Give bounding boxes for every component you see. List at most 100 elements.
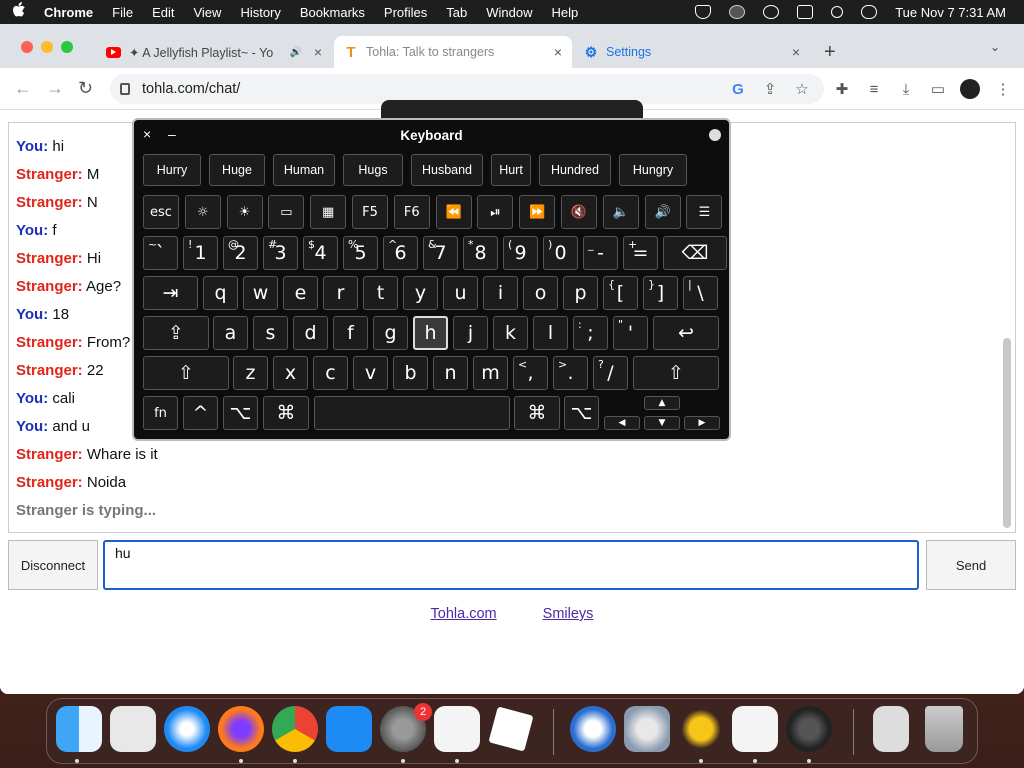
bookmark-star-icon[interactable]: ☆ bbox=[793, 80, 811, 98]
arrow-left-key[interactable]: ◀ bbox=[604, 416, 640, 430]
side-panel-icon[interactable]: ▭ bbox=[929, 80, 947, 98]
menu-tab[interactable]: Tab bbox=[446, 5, 467, 20]
finder-icon[interactable] bbox=[56, 706, 102, 752]
key-0[interactable]: ) 0 bbox=[543, 236, 578, 270]
forward-button[interactable]: → bbox=[46, 78, 64, 99]
menu-view[interactable]: View bbox=[193, 5, 221, 20]
fn-key-4[interactable]: ▦ bbox=[310, 195, 347, 229]
key-\[interactable]: | \ bbox=[683, 276, 718, 310]
fn-key-5[interactable]: F5 bbox=[352, 195, 388, 229]
left-option-key[interactable]: ⌥ bbox=[223, 396, 258, 430]
key-m[interactable]: m bbox=[473, 356, 508, 390]
download-icon[interactable]: ⤓ bbox=[897, 80, 915, 98]
fn-key-13[interactable]: ☰ bbox=[686, 195, 723, 229]
key-3[interactable]: #3 bbox=[263, 236, 298, 270]
key-o[interactable]: o bbox=[523, 276, 558, 310]
window-zoom-button[interactable] bbox=[61, 41, 73, 53]
speaker-icon[interactable]: 🔊 bbox=[290, 47, 302, 58]
key-n[interactable]: n bbox=[433, 356, 468, 390]
message-input[interactable] bbox=[103, 540, 919, 590]
reload-button[interactable]: ↻ bbox=[78, 78, 93, 99]
close-tab-icon[interactable]: × bbox=[314, 44, 322, 60]
key-w[interactable]: w bbox=[243, 276, 278, 310]
share-icon[interactable]: ⇪ bbox=[761, 80, 779, 98]
tohla-home-link[interactable]: Tohla.com bbox=[431, 606, 497, 622]
return-key[interactable]: ↩ bbox=[653, 316, 719, 350]
google-icon[interactable]: G bbox=[729, 80, 747, 98]
disconnect-button[interactable]: Disconnect bbox=[8, 540, 98, 590]
key-c[interactable]: c bbox=[313, 356, 348, 390]
key-4[interactable]: $4 bbox=[303, 236, 338, 270]
key-period[interactable]: >. bbox=[553, 356, 588, 390]
space-bar[interactable] bbox=[314, 396, 510, 430]
suggestion-hurt[interactable]: Hurt bbox=[491, 154, 531, 186]
close-tab-icon[interactable]: × bbox=[792, 44, 800, 60]
suggestion-husband[interactable]: Husband bbox=[411, 154, 483, 186]
menu-help[interactable]: Help bbox=[552, 5, 579, 20]
menu-bookmarks[interactable]: Bookmarks bbox=[300, 5, 365, 20]
suggestion-hugs[interactable]: Hugs bbox=[343, 154, 403, 186]
suggestion-human[interactable]: Human bbox=[273, 154, 335, 186]
key-x[interactable]: x bbox=[273, 356, 308, 390]
send-button[interactable]: Send bbox=[926, 540, 1016, 590]
new-tab-button[interactable]: + bbox=[824, 41, 836, 64]
key-r[interactable]: r bbox=[323, 276, 358, 310]
apple-menu-icon[interactable] bbox=[12, 2, 26, 22]
key-semicolon[interactable]: :; bbox=[573, 316, 608, 350]
bee-app-icon[interactable] bbox=[678, 706, 724, 752]
bee-status-icon[interactable] bbox=[729, 5, 746, 19]
fn-key[interactable]: fn bbox=[143, 396, 178, 430]
key-z[interactable]: z bbox=[233, 356, 268, 390]
fn-key-2[interactable]: ☀ bbox=[226, 195, 263, 229]
arrow-up-key[interactable]: ▲ bbox=[644, 396, 680, 410]
obs-icon[interactable] bbox=[786, 706, 832, 752]
key--[interactable]: _ - bbox=[583, 236, 618, 270]
lock-icon[interactable] bbox=[120, 83, 130, 95]
trash-icon[interactable] bbox=[925, 706, 963, 752]
suggestion-huge[interactable]: Huge bbox=[209, 154, 265, 186]
key-[[interactable]: {[ bbox=[603, 276, 638, 310]
search-status-icon[interactable] bbox=[831, 6, 844, 18]
menu-history[interactable]: History bbox=[240, 5, 280, 20]
menu-window[interactable]: Window bbox=[486, 5, 532, 20]
right-command-key[interactable]: ⌘ bbox=[514, 396, 560, 430]
back-button[interactable]: ← bbox=[14, 78, 32, 99]
settings-gear-icon[interactable] bbox=[624, 706, 670, 752]
key-q[interactable]: q bbox=[203, 276, 238, 310]
close-tab-icon[interactable]: × bbox=[554, 44, 562, 60]
fn-key-3[interactable]: ▭ bbox=[268, 195, 305, 229]
key-g[interactable]: g bbox=[373, 316, 408, 350]
smileys-link[interactable]: Smileys bbox=[543, 606, 594, 622]
key-i[interactable]: i bbox=[483, 276, 518, 310]
key-b[interactable]: b bbox=[393, 356, 428, 390]
key-5[interactable]: % 5 bbox=[343, 236, 378, 270]
key-h[interactable]: h bbox=[413, 316, 448, 350]
fn-key-1[interactable]: ☼ bbox=[184, 195, 221, 229]
key-`[interactable]: ~ ` bbox=[143, 236, 178, 270]
fn-key-0[interactable]: esc bbox=[143, 195, 179, 229]
key-t[interactable]: t bbox=[363, 276, 398, 310]
screens-status-icon[interactable] bbox=[797, 5, 814, 19]
media-controls-icon[interactable]: ≡ bbox=[865, 80, 883, 98]
control-key[interactable]: ^ bbox=[183, 396, 218, 430]
chat-scrollbar[interactable] bbox=[1003, 338, 1011, 528]
key-e[interactable]: e bbox=[283, 276, 318, 310]
adguard-icon[interactable] bbox=[732, 706, 778, 752]
key-6[interactable]: ^ 6 bbox=[383, 236, 418, 270]
fn-key-9[interactable]: ⏩ bbox=[519, 195, 556, 229]
key-v[interactable]: v bbox=[353, 356, 388, 390]
profile-avatar[interactable] bbox=[960, 79, 980, 99]
preview-document-icon[interactable] bbox=[873, 706, 909, 752]
window-minimize-button[interactable] bbox=[41, 41, 53, 53]
extensions-icon[interactable]: ✚ bbox=[833, 80, 851, 98]
firefox-icon[interactable] bbox=[218, 706, 264, 752]
delete-key[interactable]: ⌫ bbox=[663, 236, 727, 270]
caps-lock-key[interactable]: ⇪ bbox=[143, 316, 209, 350]
suggestion-hungry[interactable]: Hungry bbox=[619, 154, 687, 186]
key-k[interactable]: k bbox=[493, 316, 528, 350]
shield-status-icon[interactable] bbox=[695, 5, 712, 19]
left-shift-key[interactable]: ⇧ bbox=[143, 356, 229, 390]
key-p[interactable]: p bbox=[563, 276, 598, 310]
tab-search-icon[interactable]: ⌄ bbox=[990, 40, 1000, 54]
menu-profiles[interactable]: Profiles bbox=[384, 5, 427, 20]
